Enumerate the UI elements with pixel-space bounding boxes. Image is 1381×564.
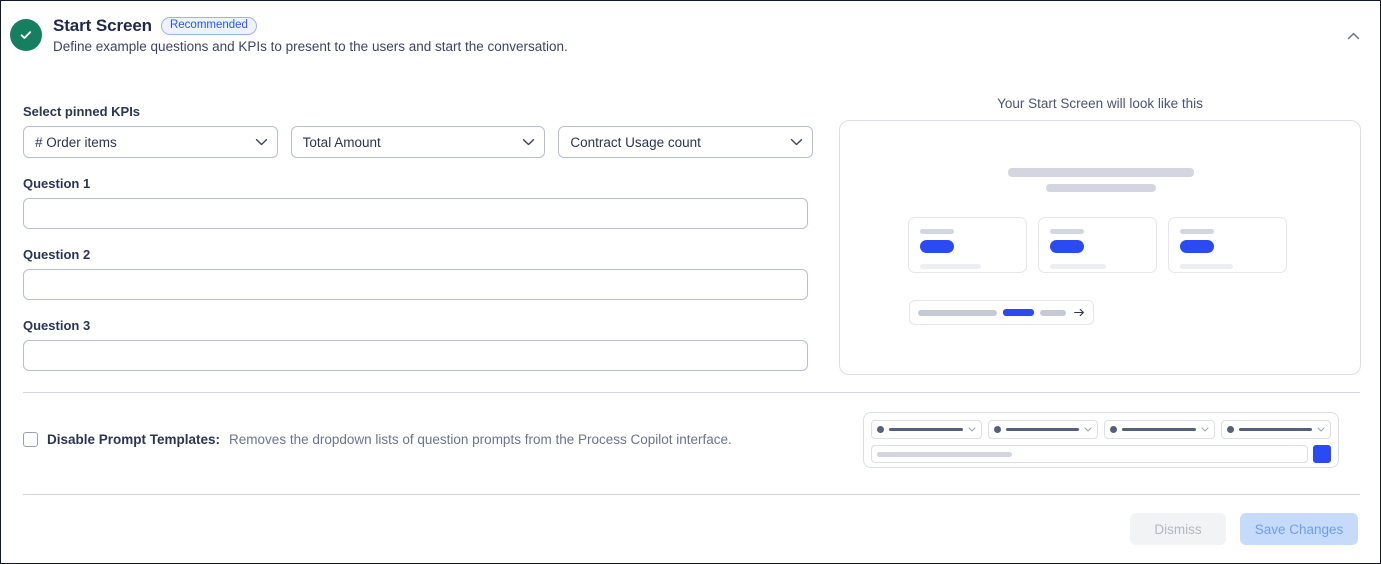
prompt-template-dropdown (987, 420, 1098, 439)
question-2-input[interactable] (23, 269, 808, 300)
send-button-placeholder (1313, 445, 1331, 463)
bullet-icon (993, 426, 1001, 433)
page-title: Start Screen (53, 16, 152, 35)
question-3-block: Question 3 (23, 318, 813, 371)
kpi-select-3-value: Contract Usage count (570, 134, 701, 150)
text-placeholder (889, 428, 963, 431)
arrow-right-icon (1074, 308, 1085, 317)
status-badge: Recommended (160, 16, 257, 36)
bullet-icon (1110, 426, 1117, 433)
question-1-block: Question 1 (23, 176, 813, 229)
question-1-label: Question 1 (23, 176, 91, 191)
chevron-down-icon (1317, 427, 1325, 432)
kpi-select-2[interactable]: Total Amount (290, 126, 546, 158)
panel-footer: Dismiss Save Changes (1130, 513, 1358, 545)
disable-prompt-templates-description: Removes the dropdown lists of question p… (229, 432, 732, 447)
preview-kpi-footer-placeholder (920, 264, 981, 269)
panel-subtitle: Define example questions and KPIs to pre… (53, 39, 568, 54)
save-changes-button[interactable]: Save Changes (1240, 513, 1358, 545)
disable-prompt-templates-row: Disable Prompt Templates: Removes the dr… (23, 432, 732, 447)
panel-header: Start Screen Recommended Define example … (1, 1, 1380, 75)
preview-kpi-cards (908, 217, 1287, 273)
chevron-down-icon (522, 138, 535, 146)
kpi-select-row: # Order items Total Amount Contract Usag… (23, 126, 814, 158)
kpi-select-1-value: # Order items (35, 134, 117, 150)
kpi-select-2-value: Total Amount (302, 134, 381, 150)
text-placeholder (1238, 428, 1312, 431)
chevron-down-icon (790, 138, 803, 146)
preview-kpi-card (908, 217, 1027, 273)
prompt-templates-dropdown-row (871, 420, 1331, 439)
chevron-down-icon (968, 427, 976, 432)
start-screen-settings-panel: Start Screen Recommended Define example … (0, 0, 1381, 564)
question-2-label: Question 2 (23, 247, 91, 262)
prompt-template-dropdown (1104, 420, 1215, 439)
bullet-icon (1226, 426, 1234, 433)
preview-kpi-footer-placeholder (1180, 264, 1233, 269)
prompt-template-dropdown (1220, 420, 1331, 439)
preview-prompt-highlight (1003, 309, 1035, 316)
kpi-select-3[interactable]: Contract Usage count (558, 126, 814, 158)
prompt-template-dropdown (871, 420, 982, 439)
preview-subtitle-placeholder (1046, 184, 1156, 192)
preview-kpi-footer-placeholder (1050, 264, 1106, 269)
bullet-icon (877, 426, 884, 433)
disable-prompt-templates-label: Disable Prompt Templates: (47, 432, 221, 447)
prompt-templates-input-placeholder (871, 445, 1308, 463)
text-placeholder (877, 451, 1012, 457)
title-row: Start Screen Recommended (53, 16, 257, 36)
preview-title-placeholder (1008, 168, 1194, 177)
divider (23, 494, 1360, 495)
preview-kpi-label-placeholder (920, 229, 954, 234)
chevron-down-icon (1084, 427, 1092, 432)
start-screen-form: Select pinned KPIs # Order items Total A… (23, 104, 814, 371)
prompt-templates-preview (863, 412, 1339, 468)
preview-canvas (839, 120, 1361, 375)
check-circle-icon (10, 19, 42, 51)
question-3-label: Question 3 (23, 318, 91, 333)
divider (23, 392, 1360, 393)
kpi-select-1[interactable]: # Order items (23, 126, 278, 158)
preview-kpi-value-placeholder (920, 240, 954, 253)
question-3-input[interactable] (23, 340, 808, 371)
chevron-down-icon (1201, 427, 1209, 432)
preview-kpi-label-placeholder (1050, 229, 1084, 234)
question-1-input[interactable] (23, 198, 808, 229)
disable-prompt-templates-checkbox[interactable] (23, 432, 38, 447)
preview-kpi-value-placeholder (1050, 240, 1084, 253)
preview-prompt-segment (918, 309, 998, 316)
prompt-templates-input-row (871, 445, 1331, 463)
preview-kpi-label-placeholder (1180, 229, 1214, 234)
kpi-section-label: Select pinned KPIs (23, 104, 141, 119)
chevron-up-icon (1347, 27, 1360, 45)
preview-kpi-card (1038, 217, 1157, 273)
question-2-block: Question 2 (23, 247, 813, 300)
text-placeholder (1122, 428, 1196, 431)
preview-prompt-bar (909, 300, 1094, 325)
preview-kpi-value-placeholder (1180, 240, 1214, 253)
preview-prompt-segment (1040, 309, 1067, 316)
text-placeholder (1005, 428, 1079, 431)
preview-kpi-card (1168, 217, 1287, 273)
preview-caption: Your Start Screen will look like this (997, 96, 1203, 111)
chevron-down-icon (255, 138, 268, 146)
collapse-panel-button[interactable] (1340, 23, 1366, 49)
start-screen-preview: Your Start Screen will look like this (839, 96, 1361, 375)
dismiss-button[interactable]: Dismiss (1130, 513, 1226, 545)
